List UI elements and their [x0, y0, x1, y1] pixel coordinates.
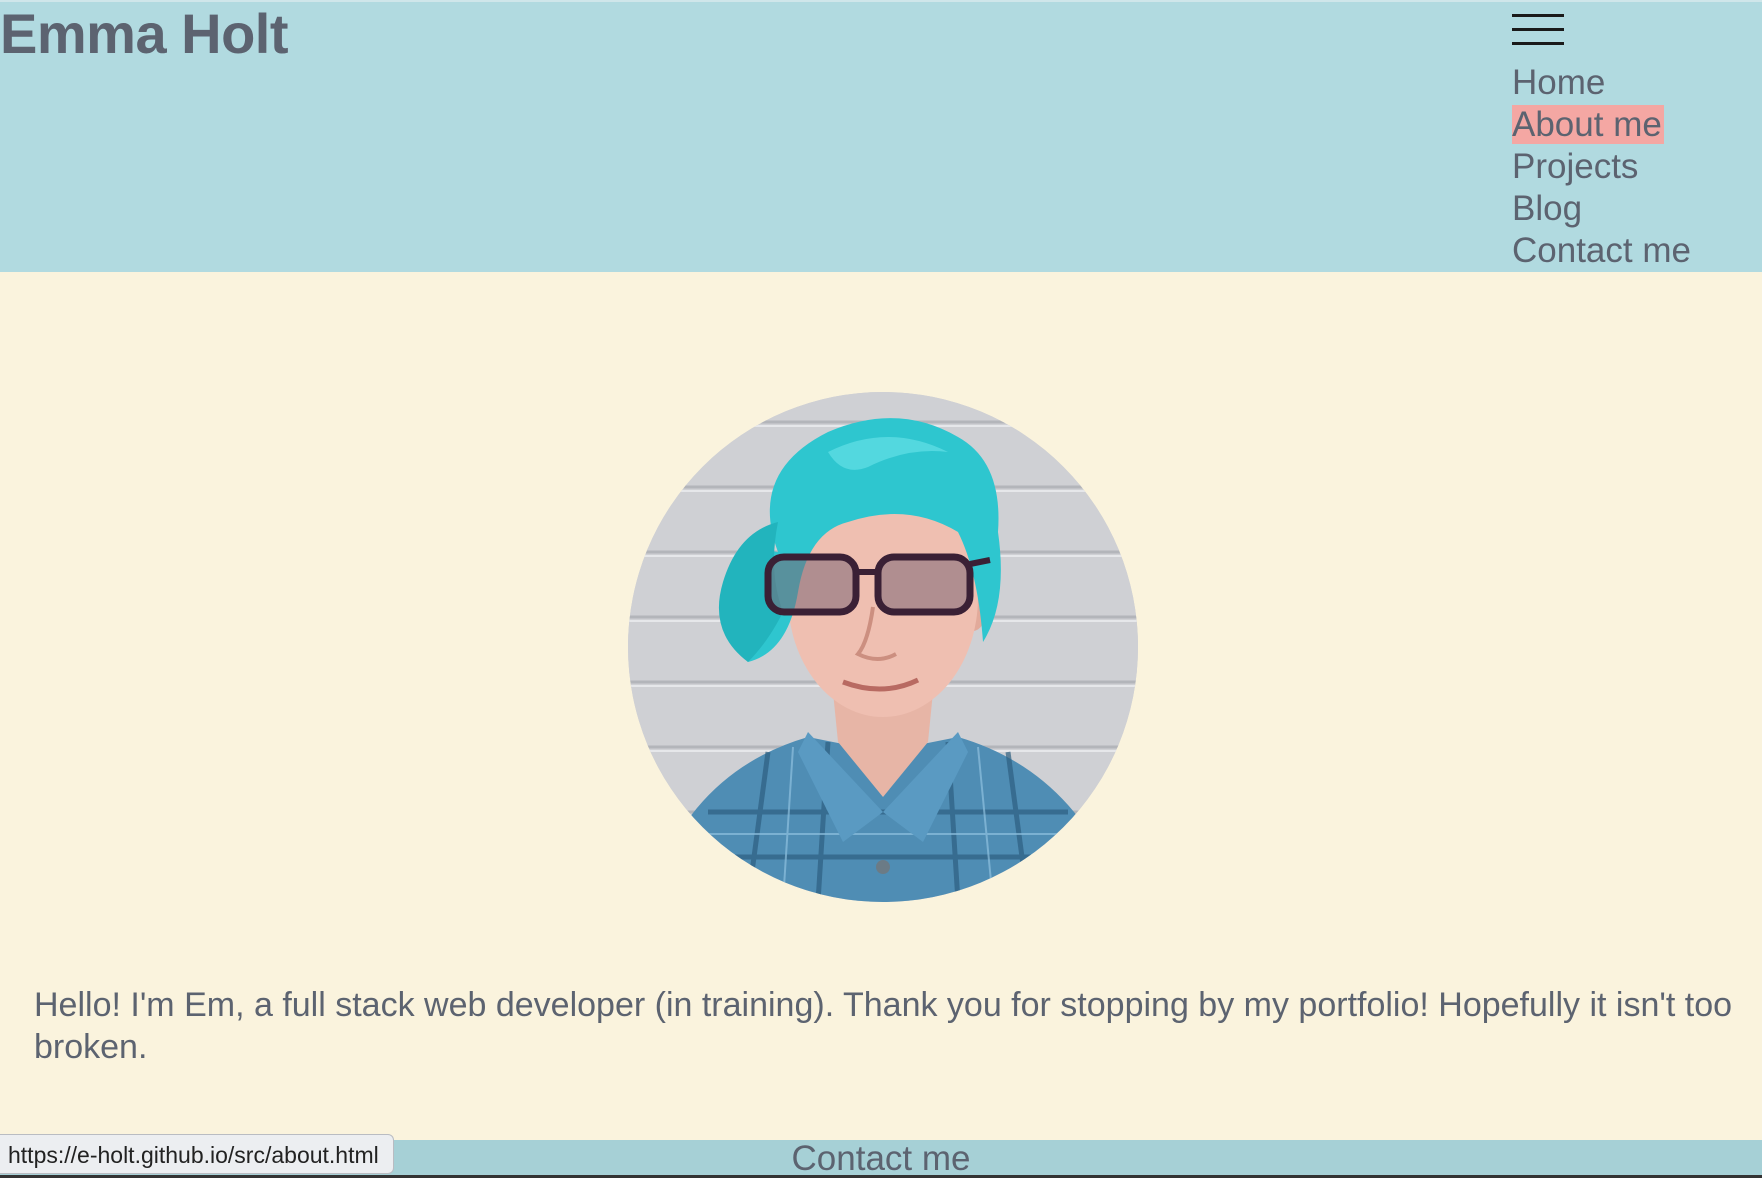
profile-photo — [628, 392, 1138, 902]
intro-text: Hello! I'm Em, a full stack web develope… — [34, 986, 1733, 1066]
nav-item-blog: Blog — [1512, 188, 1693, 230]
nav-link-home[interactable]: Home — [1512, 63, 1607, 102]
site-header: Emma Holt Home About me Projects Blog Co… — [0, 0, 1762, 272]
nav-link-about[interactable]: About me — [1512, 105, 1664, 144]
nav-item-projects: Projects — [1512, 146, 1693, 188]
browser-status-url: https://e-holt.github.io/src/about.html — [0, 1134, 394, 1174]
nav-link-blog[interactable]: Blog — [1512, 189, 1584, 228]
hamburger-menu-icon[interactable] — [1512, 14, 1564, 46]
main-nav: Home About me Projects Blog Contact me — [1512, 62, 1693, 272]
nav-item-contact: Contact me — [1512, 230, 1693, 272]
site-title[interactable]: Emma Holt — [0, 4, 289, 64]
nav-item-home: Home — [1512, 62, 1693, 104]
nav-item-about: About me — [1512, 104, 1693, 146]
nav-link-projects[interactable]: Projects — [1512, 147, 1640, 186]
page: Emma Holt Home About me Projects Blog Co… — [0, 0, 1762, 1178]
nav-link-contact[interactable]: Contact me — [1512, 231, 1693, 270]
